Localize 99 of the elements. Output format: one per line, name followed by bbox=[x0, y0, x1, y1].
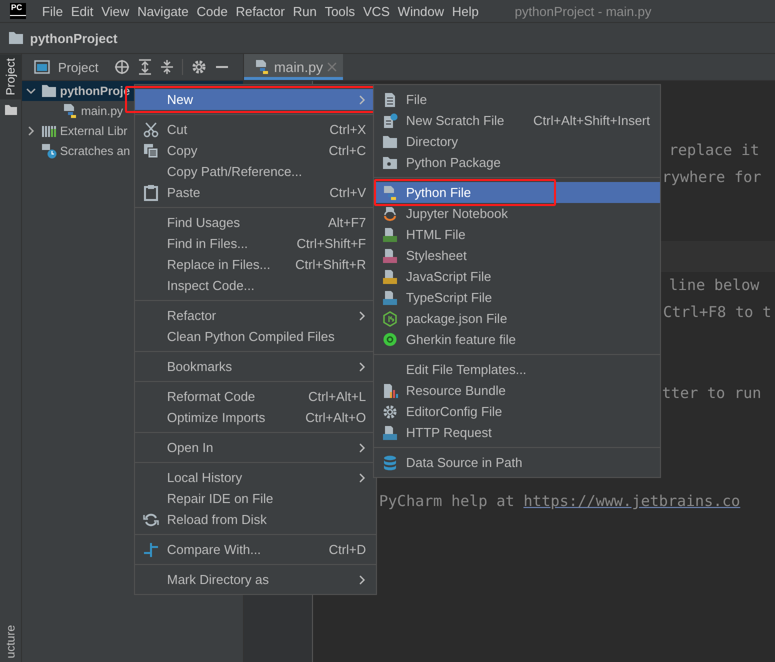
api-file-icon bbox=[382, 424, 398, 440]
code-text: tter to run bbox=[662, 384, 762, 402]
menu-item[interactable]: Bookmarks bbox=[135, 356, 376, 377]
menu-item[interactable]: Refactor bbox=[236, 4, 285, 18]
menu-item[interactable]: New Scratch File Ctrl+Alt+Shift+Insert bbox=[374, 110, 660, 131]
link[interactable]: https://www.jetbrains.co bbox=[523, 492, 740, 510]
structure-tool-tab[interactable]: ucture bbox=[0, 620, 21, 662]
scissors-icon bbox=[143, 122, 159, 138]
javascript-file-icon bbox=[382, 268, 398, 284]
python-file-icon bbox=[62, 103, 78, 119]
menu-item[interactable]: TypeScript File bbox=[374, 287, 660, 308]
menu-item[interactable]: File bbox=[374, 89, 660, 110]
html-file-icon bbox=[382, 226, 398, 242]
menu-item[interactable]: Repair IDE on File bbox=[135, 488, 376, 509]
code-text: PyCharm help at bbox=[379, 492, 514, 510]
menu-item[interactable]: Find Usages Alt+F7 bbox=[135, 212, 376, 233]
menu-item[interactable]: Python Package bbox=[374, 152, 660, 173]
menu-item[interactable]: Stylesheet bbox=[374, 245, 660, 266]
menu-item[interactable]: File bbox=[42, 4, 63, 18]
chevron-down-icon[interactable] bbox=[26, 86, 36, 96]
window-icon bbox=[34, 60, 50, 74]
gear-icon bbox=[382, 404, 398, 420]
database-icon bbox=[382, 454, 398, 470]
panel-title[interactable]: Project bbox=[58, 60, 98, 74]
file-icon bbox=[382, 92, 398, 108]
menu-item[interactable]: Edit bbox=[70, 4, 94, 18]
menu-item[interactable]: package.json File bbox=[374, 308, 660, 329]
folder-icon bbox=[4, 105, 16, 116]
gherkin-icon bbox=[382, 332, 398, 348]
project-tool-tab[interactable]: Project bbox=[0, 54, 21, 100]
code-text: line below bbox=[669, 276, 760, 294]
code-text: Ctrl+F8 to t bbox=[663, 303, 772, 321]
menu-item[interactable]: Jupyter Notebook bbox=[374, 203, 660, 224]
menu-item[interactable]: Run bbox=[292, 4, 317, 18]
menu-item[interactable]: Reload from Disk bbox=[135, 509, 376, 530]
reload-icon bbox=[143, 512, 159, 528]
clipboard-icon bbox=[143, 184, 159, 200]
nodejs-icon bbox=[382, 310, 398, 326]
python-file-icon bbox=[254, 59, 270, 75]
code-text: replace it bbox=[669, 141, 760, 159]
folder-icon bbox=[382, 134, 398, 150]
bundle-icon bbox=[382, 382, 398, 398]
menu-item[interactable]: Compare With... Ctrl+D bbox=[135, 539, 376, 560]
menu-item[interactable]: VCS bbox=[363, 4, 390, 18]
scratch-file-icon bbox=[382, 112, 398, 128]
menu-item[interactable]: Edit File Templates... bbox=[374, 359, 660, 380]
menu-item[interactable]: EditorConfig File bbox=[374, 401, 660, 422]
editor-tab[interactable]: main.py bbox=[244, 54, 344, 80]
menu-item[interactable]: HTML File bbox=[374, 224, 660, 245]
folder-icon bbox=[41, 84, 57, 98]
menu-item[interactable]: Clean Python Compiled Files bbox=[135, 326, 376, 347]
menu-item[interactable]: Python File bbox=[374, 182, 660, 203]
window-title: pythonProject - main.py bbox=[514, 4, 652, 18]
menu-item[interactable]: Window bbox=[398, 4, 444, 18]
menu-item[interactable]: Directory bbox=[374, 131, 660, 152]
menu-item[interactable]: Navigate bbox=[137, 4, 189, 18]
package-folder-icon bbox=[382, 154, 398, 170]
typescript-file-icon bbox=[382, 290, 398, 306]
tree-label: main.py bbox=[81, 104, 124, 118]
library-icon bbox=[41, 124, 57, 138]
folder-icon bbox=[8, 31, 24, 45]
notebook-icon bbox=[382, 206, 398, 222]
menu-item[interactable]: JavaScript File bbox=[374, 266, 660, 287]
copy-icon bbox=[143, 142, 159, 158]
menu-item[interactable]: Inspect Code... bbox=[135, 275, 376, 296]
menu-item[interactable]: Tools bbox=[324, 4, 356, 18]
code-text: rywhere for bbox=[662, 168, 762, 186]
python-file-icon bbox=[382, 184, 398, 200]
menu-item[interactable]: Cut Ctrl+X bbox=[135, 119, 376, 140]
menu-item[interactable]: Mark Directory as bbox=[135, 569, 376, 590]
menu-item[interactable]: Open In bbox=[135, 437, 376, 458]
menu-item[interactable]: Copy Path/Reference... bbox=[135, 161, 376, 182]
menu-item[interactable]: Copy Ctrl+C bbox=[135, 140, 376, 161]
menu-item[interactable]: HTTP Request bbox=[374, 422, 660, 443]
menu-item[interactable]: Reformat Code Ctrl+Alt+L bbox=[135, 386, 376, 407]
breadcrumb[interactable]: pythonProject bbox=[30, 30, 118, 46]
menu-item[interactable]: Optimize Imports Ctrl+Alt+O bbox=[135, 407, 376, 428]
menu-item[interactable]: Code bbox=[196, 4, 228, 18]
stylesheet-icon bbox=[382, 248, 398, 264]
settings-icon[interactable] bbox=[191, 59, 208, 75]
tree-label: Scratches an bbox=[60, 144, 130, 158]
tree-label: External Libr bbox=[60, 124, 128, 138]
menu-item[interactable]: Local History bbox=[135, 467, 376, 488]
menu-item[interactable]: Help bbox=[452, 4, 479, 18]
chevron-right-icon[interactable] bbox=[26, 126, 36, 136]
menu-item[interactable]: View bbox=[101, 4, 130, 18]
menu-item[interactable]: Data Source in Path bbox=[374, 452, 660, 473]
scratch-icon bbox=[41, 143, 57, 159]
menu-item[interactable]: Replace in Files... Ctrl+Shift+R bbox=[135, 254, 376, 275]
locate-icon[interactable] bbox=[114, 59, 130, 75]
expand-all-icon[interactable] bbox=[138, 59, 152, 75]
menu-item[interactable]: Refactor bbox=[135, 305, 376, 326]
compare-icon bbox=[143, 542, 159, 558]
menu-item[interactable]: Paste Ctrl+V bbox=[135, 182, 376, 203]
app-logo: PC bbox=[10, 3, 26, 19]
menu-item[interactable]: Gherkin feature file bbox=[374, 329, 660, 350]
menu-item[interactable]: Resource Bundle bbox=[374, 380, 660, 401]
collapse-all-icon[interactable] bbox=[160, 59, 174, 75]
menu-item[interactable]: Find in Files... Ctrl+Shift+F bbox=[135, 233, 376, 254]
